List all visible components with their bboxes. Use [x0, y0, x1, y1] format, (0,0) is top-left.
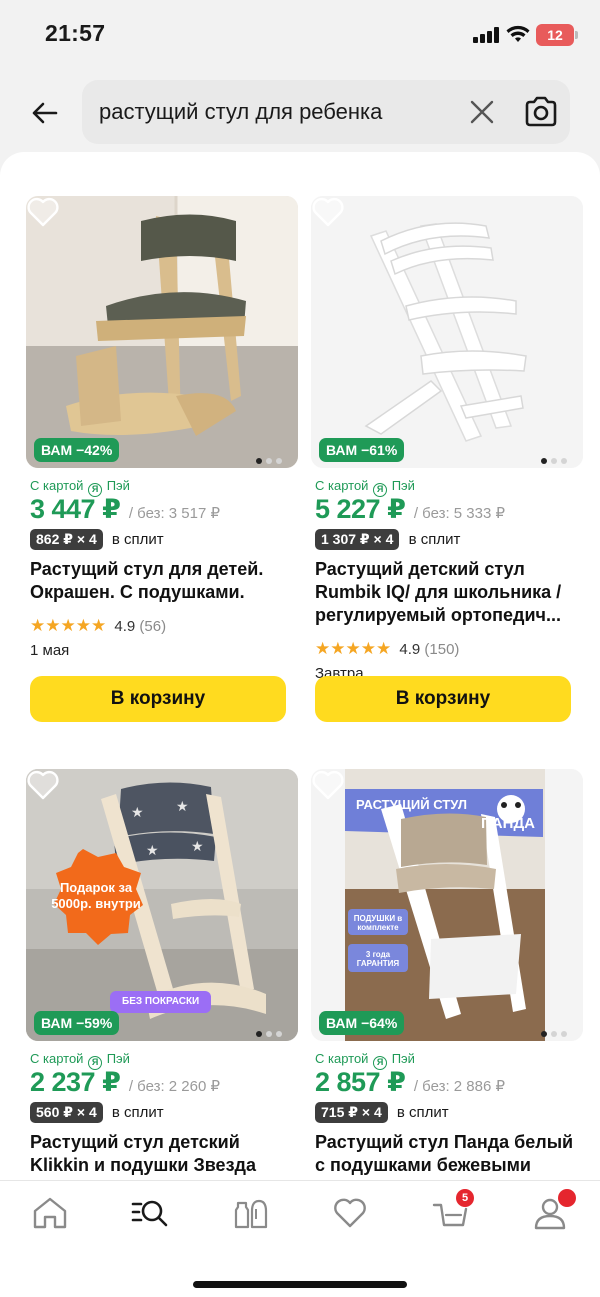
- profile-nav-item[interactable]: [530, 1189, 576, 1231]
- split-row: 1 307 ₽ × 4 в сплит: [315, 529, 460, 550]
- rating-count: (150): [424, 641, 460, 658]
- price-row: 3 447 ₽ / без: 3 517 ₽: [30, 494, 220, 525]
- favorites-icon[interactable]: [330, 1195, 370, 1231]
- split-amount: 862 ₽ × 4: [30, 529, 103, 550]
- price: 3 447 ₽: [30, 494, 121, 524]
- product-image: [26, 196, 298, 468]
- photo-tag: 3 года ГАРАНТИЯ: [356, 950, 400, 968]
- cart-nav-item[interactable]: 5: [430, 1189, 474, 1231]
- search-query[interactable]: растущий стул для ребенка: [99, 99, 382, 125]
- price-row: 5 227 ₽ / без: 5 333 ₽: [315, 494, 505, 525]
- split-row: 715 ₽ × 4 в сплит: [315, 1102, 449, 1123]
- old-price: / без: 3 517 ₽: [128, 505, 221, 522]
- rating-value: 4.9: [114, 618, 136, 635]
- products-icon[interactable]: [230, 1195, 270, 1231]
- price-row: 2 237 ₽ / без: 2 260 ₽: [30, 1067, 220, 1098]
- rating-count: (56): [139, 618, 167, 635]
- split-row: 862 ₽ × 4 в сплит: [30, 529, 164, 550]
- svg-text:★: ★: [131, 804, 144, 820]
- price: 2 237 ₽: [30, 1067, 121, 1097]
- discount-badge: ВАМ −61%: [319, 438, 405, 462]
- camera-search-icon[interactable]: [523, 95, 559, 129]
- svg-text:★: ★: [146, 842, 159, 858]
- heart-icon[interactable]: [26, 196, 60, 228]
- photo-tag: ПОДУШКИ в комплекте: [353, 914, 403, 932]
- old-price: / без: 2 260 ₽: [128, 1078, 221, 1095]
- discount-badge: ВАМ −42%: [34, 438, 120, 462]
- price-row: 2 857 ₽ / без: 2 886 ₽: [315, 1067, 505, 1098]
- photo-banner-subtitle: ПАНДА: [481, 815, 535, 832]
- svg-text:★: ★: [191, 838, 204, 854]
- back-arrow-icon[interactable]: [28, 96, 62, 130]
- heart-icon[interactable]: [311, 769, 345, 801]
- split-text: в сплит: [111, 1104, 164, 1121]
- battery-indicator: 12: [536, 24, 578, 46]
- split-text: в сплит: [396, 1104, 449, 1121]
- add-to-cart-button[interactable]: В корзину: [30, 676, 286, 722]
- photo-pagination: [541, 451, 575, 464]
- photo-pagination: [256, 1024, 290, 1037]
- old-price: / без: 2 886 ₽: [413, 1078, 506, 1095]
- photo-pagination: [256, 451, 290, 464]
- product-title[interactable]: Растущий стул для детей. Окрашен. С поду…: [30, 558, 298, 604]
- home-icon[interactable]: [30, 1195, 70, 1231]
- old-price: / без: 5 333 ₽: [413, 505, 506, 522]
- split-text: в сплит: [111, 531, 164, 548]
- delivery-date: 1 мая: [30, 642, 70, 659]
- cart-count-badge: 5: [456, 1189, 474, 1207]
- wifi-icon: [506, 25, 530, 42]
- split-row: 560 ₽ × 4 в сплит: [30, 1102, 164, 1123]
- split-text: в сплит: [408, 531, 461, 548]
- split-amount: 715 ₽ × 4: [315, 1102, 388, 1123]
- product-title[interactable]: Растущий стул детский Klikkin и подушки …: [30, 1131, 298, 1177]
- product-image: [311, 196, 583, 468]
- product-photo[interactable]: РАСТУЩИЙ СТУЛ ПАНДА ПОДУШКИ в комплекте …: [311, 769, 583, 1041]
- search-header: растущий стул для ребенка: [0, 78, 600, 146]
- product-grid: ВАМ −42% С картой Я Пэй 3 447 ₽ / без: 3…: [0, 152, 600, 1182]
- split-amount: 560 ₽ × 4: [30, 1102, 103, 1123]
- notification-dot: [558, 1189, 576, 1207]
- product-title[interactable]: Растущий детский стул Rumbik IQ/ для шко…: [315, 558, 583, 627]
- discount-badge: ВАМ −59%: [34, 1011, 120, 1035]
- product-card[interactable]: ВАМ −61% С картой Я Пэй 5 227 ₽ / без: 5…: [311, 196, 583, 736]
- rating-row: ★★★★★ 4.9 (150): [315, 639, 459, 659]
- price: 2 857 ₽: [315, 1067, 406, 1097]
- photo-banner-title: РАСТУЩИЙ СТУЛ: [356, 797, 467, 812]
- screen: 21:57 12 растущий стул для ребенка ВАМ −…: [0, 0, 600, 1297]
- home-indicator: [193, 1281, 407, 1288]
- price: 5 227 ₽: [315, 494, 406, 524]
- svg-text:★: ★: [176, 798, 189, 814]
- search-input[interactable]: растущий стул для ребенка: [82, 80, 570, 144]
- product-photo[interactable]: ★ ★ ★ ★ Подарок за 5000р. внутри БЕЗ ПОК…: [26, 769, 298, 1041]
- product-card[interactable]: ВАМ −42% С картой Я Пэй 3 447 ₽ / без: 3…: [26, 196, 298, 736]
- heart-icon[interactable]: [311, 196, 345, 228]
- catalog-search-icon[interactable]: [130, 1195, 170, 1231]
- rating-row: ★★★★★ 4.9 (56): [30, 616, 166, 636]
- product-photo[interactable]: ВАМ −42%: [26, 196, 298, 468]
- product-photo[interactable]: ВАМ −61%: [311, 196, 583, 468]
- product-card[interactable]: РАСТУЩИЙ СТУЛ ПАНДА ПОДУШКИ в комплекте …: [311, 769, 583, 1182]
- rating-stars: ★★★★★: [315, 639, 392, 658]
- rating-value: 4.9: [399, 641, 421, 658]
- split-amount: 1 307 ₽ × 4: [315, 529, 400, 550]
- photo-pagination: [541, 1024, 575, 1037]
- gift-promo-badge: Подарок за 5000р. внутри: [51, 880, 141, 911]
- photo-tag: БЕЗ ПОКРАСКИ: [110, 991, 212, 1013]
- bottom-nav: 5: [0, 1180, 600, 1297]
- add-to-cart-button[interactable]: В корзину: [315, 676, 571, 722]
- heart-icon[interactable]: [26, 769, 60, 801]
- status-bar: 21:57 12: [0, 0, 600, 70]
- discount-badge: ВАМ −64%: [319, 1011, 405, 1035]
- signal-icon: [473, 27, 501, 43]
- product-card[interactable]: ★ ★ ★ ★ Подарок за 5000р. внутри БЕЗ ПОК…: [26, 769, 298, 1182]
- status-time: 21:57: [45, 20, 106, 46]
- product-title[interactable]: Растущий стул Панда белый с подушками бе…: [315, 1131, 583, 1177]
- rating-stars: ★★★★★: [30, 616, 107, 635]
- close-icon[interactable]: [468, 98, 496, 126]
